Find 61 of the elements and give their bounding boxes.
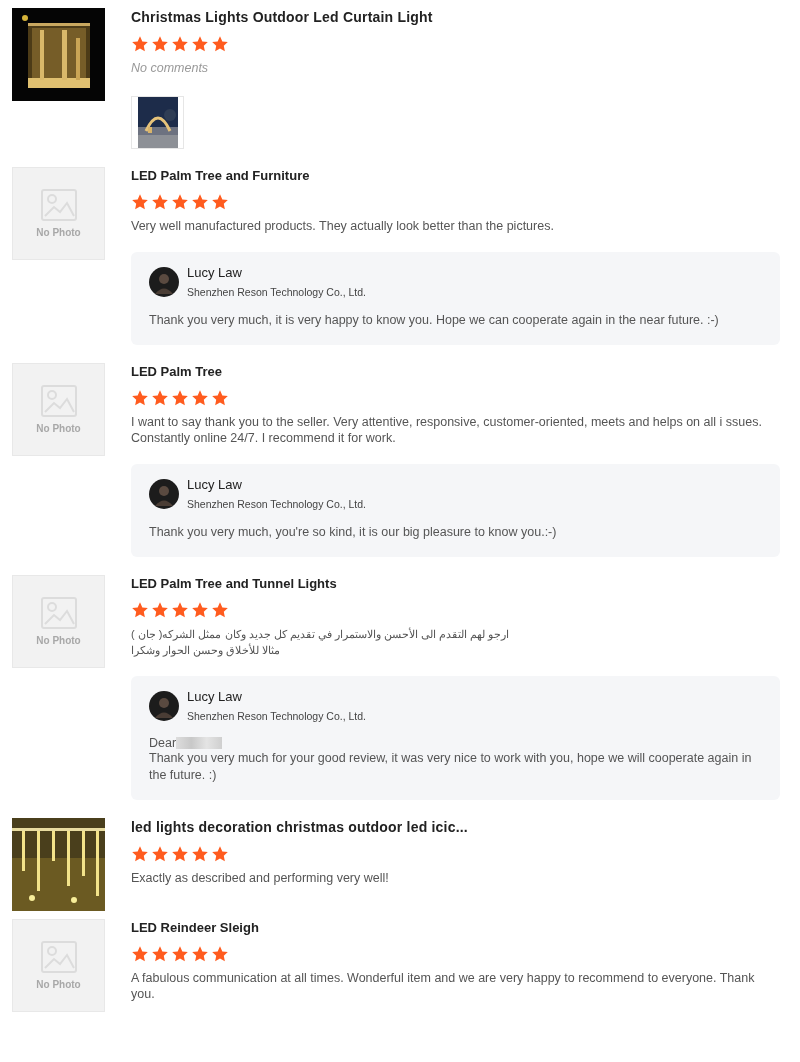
product-title[interactable]: LED Palm Tree — [131, 364, 223, 379]
review-text: I want to say thank you to the seller. Very attentive, responsive, customer-oriented, meets and helps on all i ssues. Constantly online 24/7. I recommend it for work. — [131, 414, 763, 446]
star-icon — [131, 35, 149, 53]
reply-message: Thank you very much, it is very happy to know you. Hope we can cooperate again in the near future. :-) — [149, 312, 720, 329]
replier-name: Lucy Law — [187, 265, 243, 280]
reply-message: Thank you very much, you're so kind, it is our big pleasure to know you.:-) — [149, 524, 558, 541]
no-photo-label: No Photo — [36, 227, 81, 238]
avatar — [149, 478, 179, 509]
star-icon — [211, 35, 229, 53]
star-icon — [131, 845, 149, 863]
reply-message: Thank you very much for your good review, it was very nice to work with you, hope we will cooperate again in the future. :) — [149, 750, 753, 784]
product-title[interactable]: led lights decoration christmas outdoor led icic... — [131, 819, 468, 835]
star-icon — [131, 945, 149, 963]
star-icon — [171, 389, 189, 407]
product-title[interactable]: LED Palm Tree and Furniture — [131, 168, 310, 183]
star-icon — [151, 945, 169, 963]
review-text: Very well manufactured products. They actually look better than the pictures. — [131, 218, 554, 234]
review-text: ارجو لهم التقدم الى الأحسن والاستمرار في تقديم كل جديد وكان ممثل الشركه( جان ) مثالا للأخلاق وحسن الحوار وشكرا — [131, 626, 510, 658]
product-title[interactable]: LED Palm Tree and Tunnel Lights — [131, 576, 337, 591]
avatar — [149, 266, 179, 297]
star-icon — [191, 601, 209, 619]
no-photo-label: No Photo — [36, 979, 81, 990]
review-text: No comments — [131, 60, 209, 76]
star-icon — [171, 945, 189, 963]
photo-thumbnail[interactable] — [131, 96, 184, 149]
star-icon — [151, 845, 169, 863]
star-icon — [151, 601, 169, 619]
redacted-name — [176, 737, 223, 749]
no-photo-label: No Photo — [36, 423, 81, 434]
star-icon — [191, 945, 209, 963]
star-icon — [131, 389, 149, 407]
star-icon — [191, 389, 209, 407]
star-icon — [211, 193, 229, 211]
greeting: Dear — [149, 736, 177, 750]
star-icon — [171, 193, 189, 211]
no-photo-label: No Photo — [36, 635, 81, 646]
avatar — [149, 690, 179, 721]
company-name: Shenzhen Reson Technology Co., Ltd. — [187, 710, 366, 722]
star-icon — [211, 845, 229, 863]
product-title[interactable]: Christmas Lights Outdoor Led Curtain Light — [131, 9, 433, 25]
star-icon — [191, 35, 209, 53]
star-icon — [151, 193, 169, 211]
company-name: Shenzhen Reson Technology Co., Ltd. — [187, 498, 366, 510]
star-icon — [191, 193, 209, 211]
star-icon — [211, 601, 229, 619]
star-icon — [211, 389, 229, 407]
product-title[interactable]: LED Reindeer Sleigh — [131, 920, 259, 935]
star-icon — [151, 35, 169, 53]
star-icon — [171, 845, 189, 863]
review-text: Exactly as described and performing very well! — [131, 870, 389, 886]
star-icon — [171, 35, 189, 53]
replier-name: Lucy Law — [187, 477, 243, 492]
star-icon — [171, 601, 189, 619]
star-icon — [151, 389, 169, 407]
replier-name: Lucy Law — [187, 689, 243, 704]
star-icon — [131, 193, 149, 211]
star-icon — [131, 601, 149, 619]
review-text: A fabulous communication at all times. Wonderful item and we are very happy to recommend to everyone. Thank you. — [131, 970, 756, 1002]
star-icon — [211, 945, 229, 963]
company-name: Shenzhen Reson Technology Co., Ltd. — [187, 286, 366, 298]
star-icon — [191, 845, 209, 863]
